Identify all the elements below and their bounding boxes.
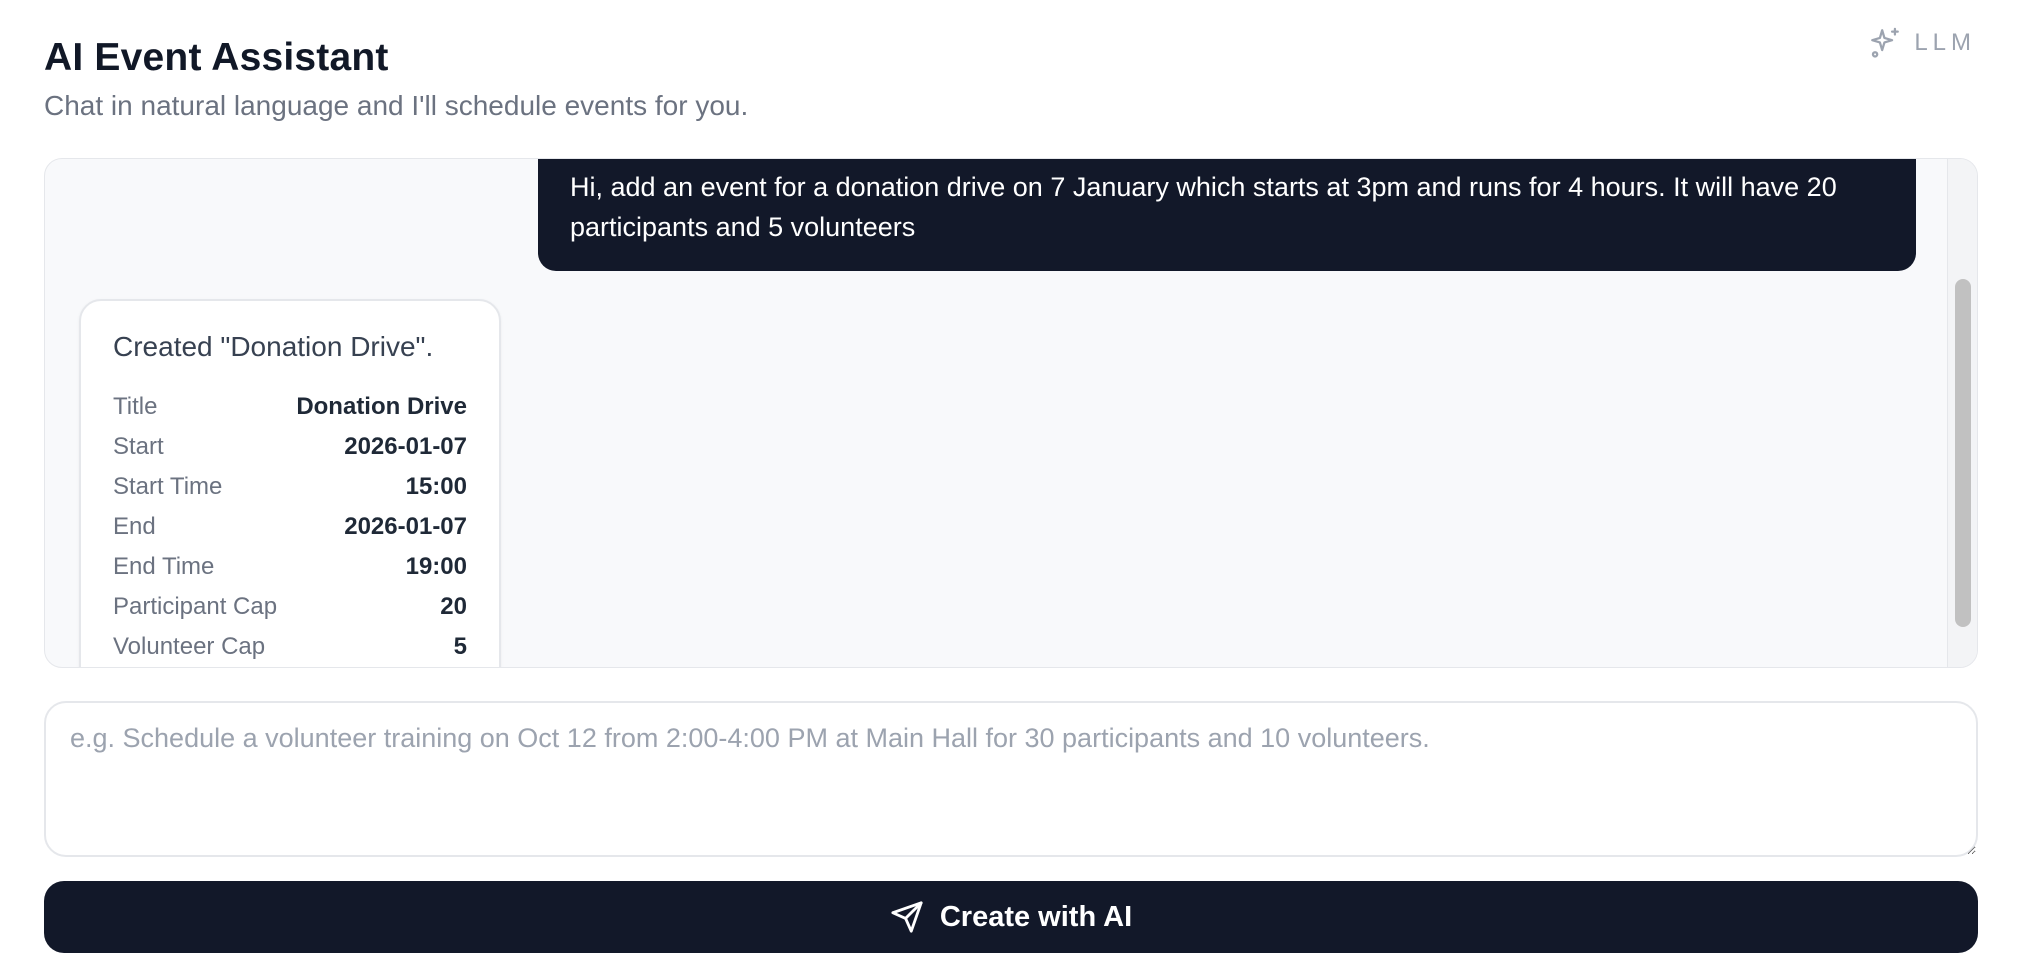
detail-value: 19:00	[405, 553, 467, 580]
create-with-ai-label: Create with AI	[939, 900, 1133, 933]
prompt-input[interactable]	[44, 701, 1978, 857]
detail-label: Start	[113, 433, 164, 460]
detail-value: 5	[453, 633, 467, 660]
create-with-ai-button[interactable]: Create with AI	[44, 881, 1978, 953]
detail-label: End Time	[113, 553, 215, 580]
detail-label: Title	[113, 393, 158, 420]
assistant-response-title: Created "Donation Drive".	[113, 331, 434, 362]
assistant-response-card: Created "Donation Drive". Title Donation…	[79, 299, 501, 667]
chat-scrollbar[interactable]	[1947, 159, 1977, 667]
detail-value: 2026-01-07	[344, 433, 467, 460]
detail-value: Donation Drive	[296, 393, 467, 420]
detail-label: Volunteer Cap	[113, 633, 266, 660]
detail-row-start: Start 2026-01-07	[113, 427, 467, 467]
page-title: AI Event Assistant	[44, 36, 389, 79]
chat-history[interactable]: Hi, add an event for a donation drive on…	[44, 158, 1978, 668]
send-icon	[890, 900, 924, 934]
detail-row-start-time: Start Time 15:00	[113, 467, 467, 507]
llm-badge: LLM	[1868, 26, 1976, 60]
detail-value: 20	[440, 593, 467, 620]
llm-badge-label: LLM	[1914, 29, 1976, 56]
detail-row-title: Title Donation Drive	[113, 387, 467, 427]
detail-value: 2026-01-07	[344, 513, 467, 540]
detail-row-end-time: End Time 19:00	[113, 547, 467, 587]
detail-row-end: End 2026-01-07	[113, 507, 467, 547]
sparkles-icon	[1868, 26, 1902, 60]
detail-row-participant-cap: Participant Cap 20	[113, 587, 467, 627]
user-message-bubble: Hi, add an event for a donation drive on…	[538, 159, 1916, 271]
detail-label: End	[113, 513, 156, 540]
detail-label: Start Time	[113, 473, 223, 500]
detail-row-volunteer-cap: Volunteer Cap 5	[113, 627, 467, 667]
page-subtitle: Chat in natural language and I'll schedu…	[44, 90, 749, 121]
event-assistant-page: AI Event Assistant Chat in natural langu…	[0, 0, 2018, 976]
chat-scrollbar-thumb[interactable]	[1955, 279, 1971, 627]
detail-label: Participant Cap	[113, 593, 278, 620]
detail-value: 15:00	[405, 473, 467, 500]
